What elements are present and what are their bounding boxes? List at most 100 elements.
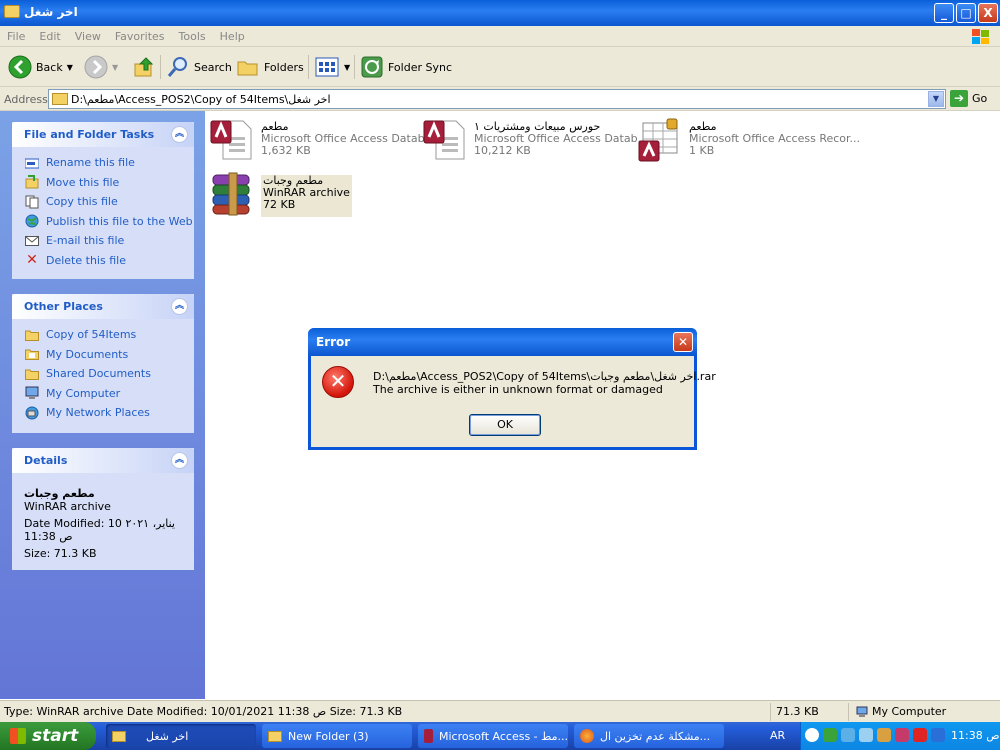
dialog-title-bar[interactable]: Error ✕ — [308, 328, 697, 356]
dropdown-arrow-icon: ▼ — [112, 62, 119, 72]
tray-app-icon[interactable] — [895, 728, 909, 742]
move-icon — [24, 175, 40, 189]
window-title-bar[interactable]: اخر شغل _ □ X — [0, 0, 1000, 26]
taskbar-button-explorer[interactable]: اخر شغل — [106, 724, 256, 748]
computer-icon — [856, 706, 868, 717]
file-size: 1 KB — [689, 144, 715, 157]
taskbar-button-access[interactable]: Microsoft Access - مط... — [418, 724, 568, 748]
file-item[interactable]: حورس مبيعات ومشتريات ١ Microsoft Office … — [422, 115, 648, 163]
folder-icon — [24, 328, 40, 342]
taskbar-button-new-folder[interactable]: New Folder (3) — [262, 724, 412, 748]
panel-header[interactable]: Other Places ︽ — [12, 294, 194, 319]
minimize-button[interactable]: _ — [934, 3, 954, 23]
globe-icon — [24, 214, 40, 228]
sync-icon — [361, 56, 383, 78]
copy-icon — [24, 195, 40, 209]
place-copy-of-54items[interactable]: Copy of 54Items — [24, 325, 184, 345]
task-copy[interactable]: Copy this file — [24, 192, 184, 212]
tray-network-icon[interactable] — [859, 728, 873, 742]
place-my-computer[interactable]: My Computer — [24, 384, 184, 404]
rename-icon — [24, 156, 40, 170]
place-shared-documents[interactable]: Shared Documents — [24, 364, 184, 384]
panel-header[interactable]: File and Folder Tasks ︽ — [12, 122, 194, 147]
file-item-selected[interactable]: مطعم وجبات WinRAR archive 72 KB — [209, 169, 352, 217]
error-dialog: Error ✕ ✕ D:\مطعم\Access_POS2\Copy of 54… — [308, 328, 716, 450]
status-size: 71.3 KB — [776, 705, 819, 718]
menu-help[interactable]: Help — [213, 26, 252, 43]
forward-arrow-icon — [84, 55, 108, 79]
place-my-documents[interactable]: My Documents — [24, 345, 184, 365]
tray-app-icon[interactable] — [841, 728, 855, 742]
start-button[interactable]: start — [0, 722, 96, 750]
tray-arrow-icon[interactable] — [805, 728, 819, 742]
details-panel: Details ︽ مطعم وجبات WinRAR archive Date… — [12, 448, 194, 570]
details-date: Date Modified: 10 يناير، ٢٠٢١ — [24, 517, 175, 530]
search-button[interactable]: Search — [166, 55, 232, 79]
address-path: D:\مطعم\Access_POS2\Copy of 54Items\اخر … — [71, 93, 331, 106]
menu-edit[interactable]: Edit — [32, 26, 67, 43]
taskbar: start اخر شغل New Folder (3) Microsoft A… — [0, 722, 1000, 750]
error-text: The archive is either in unknown format … — [373, 383, 663, 396]
menu-view[interactable]: View — [68, 26, 108, 43]
status-info: Type: WinRAR archive Date Modified: 10/0… — [4, 705, 403, 718]
access-lock-file-icon — [637, 115, 685, 163]
file-item[interactable]: مطعم Microsoft Office Access Datab... 1,… — [209, 115, 435, 163]
maximize-button[interactable]: □ — [956, 3, 976, 23]
clock[interactable]: ص 11:38 — [951, 729, 1000, 742]
panel-title: Other Places — [24, 300, 103, 313]
windows-logo-icon — [972, 29, 989, 44]
access-database-icon — [422, 115, 470, 163]
collapse-chevron-icon[interactable]: ︽ — [171, 298, 188, 315]
up-folder-button[interactable] — [132, 55, 156, 79]
task-rename[interactable]: Rename this file — [24, 153, 184, 173]
task-delete[interactable]: ✕ Delete this file — [24, 251, 184, 271]
forward-button[interactable]: ▼ — [84, 55, 118, 79]
menu-file[interactable]: File — [0, 26, 32, 43]
window-title: اخر شغل — [24, 5, 78, 19]
language-indicator[interactable]: AR — [770, 729, 785, 742]
panel-header[interactable]: Details ︽ — [12, 448, 194, 473]
file-item[interactable]: مطعم Microsoft Office Access Recor... 1 … — [637, 115, 860, 163]
email-icon — [24, 234, 40, 248]
ok-button[interactable]: OK — [469, 414, 541, 436]
up-folder-icon — [134, 57, 154, 77]
address-input[interactable]: D:\مطعم\Access_POS2\Copy of 54Items\اخر … — [48, 89, 946, 109]
tray-volume-icon[interactable] — [931, 728, 945, 742]
file-size: 1,632 KB — [261, 144, 311, 157]
error-icon: ✕ — [322, 366, 354, 398]
folder-icon — [4, 5, 20, 18]
go-button[interactable]: ➔ Go — [950, 90, 987, 107]
address-dropdown-button[interactable]: ▼ — [928, 91, 944, 107]
tray-app-icon[interactable] — [913, 728, 927, 742]
views-button[interactable]: ▼ — [314, 55, 350, 79]
windows-flag-icon — [10, 728, 26, 744]
firefox-icon — [580, 729, 594, 743]
task-pane: File and Folder Tasks ︽ Rename this file… — [0, 111, 205, 699]
toolbar: Back ▼ ▼ Search Folders ▼ Folder Sync — [0, 47, 1000, 87]
task-email[interactable]: E-mail this file — [24, 231, 184, 251]
close-button[interactable]: X — [978, 3, 998, 23]
back-arrow-icon — [8, 55, 32, 79]
dialog-close-button[interactable]: ✕ — [673, 332, 693, 352]
tray-app-icon[interactable] — [823, 728, 837, 742]
menu-tools[interactable]: Tools — [172, 26, 213, 43]
folder-icon — [268, 730, 282, 742]
access-icon — [424, 729, 433, 743]
place-my-network-places[interactable]: My Network Places — [24, 403, 184, 423]
access-database-icon — [209, 115, 257, 163]
taskbar-button-firefox[interactable]: مشكلة عدم تخزين ال... — [574, 724, 724, 748]
tray-app-icon[interactable] — [877, 728, 891, 742]
menu-favorites[interactable]: Favorites — [108, 26, 172, 43]
collapse-chevron-icon[interactable]: ︽ — [171, 452, 188, 469]
folders-button[interactable]: Folders — [236, 55, 304, 79]
back-button[interactable]: Back ▼ — [8, 55, 73, 79]
task-move[interactable]: Move this file — [24, 173, 184, 193]
folder-sync-button[interactable]: Folder Sync — [360, 55, 452, 79]
views-icon — [315, 57, 339, 77]
task-publish[interactable]: Publish this file to the Web — [24, 212, 193, 232]
dropdown-arrow-icon: ▼ — [66, 62, 73, 72]
shared-folder-icon — [24, 367, 40, 381]
collapse-chevron-icon[interactable]: ︽ — [171, 126, 188, 143]
dialog-title: Error — [316, 335, 351, 349]
error-message: D:\مطعم\Access_POS2\Copy of 54Items\اخر … — [373, 370, 716, 396]
